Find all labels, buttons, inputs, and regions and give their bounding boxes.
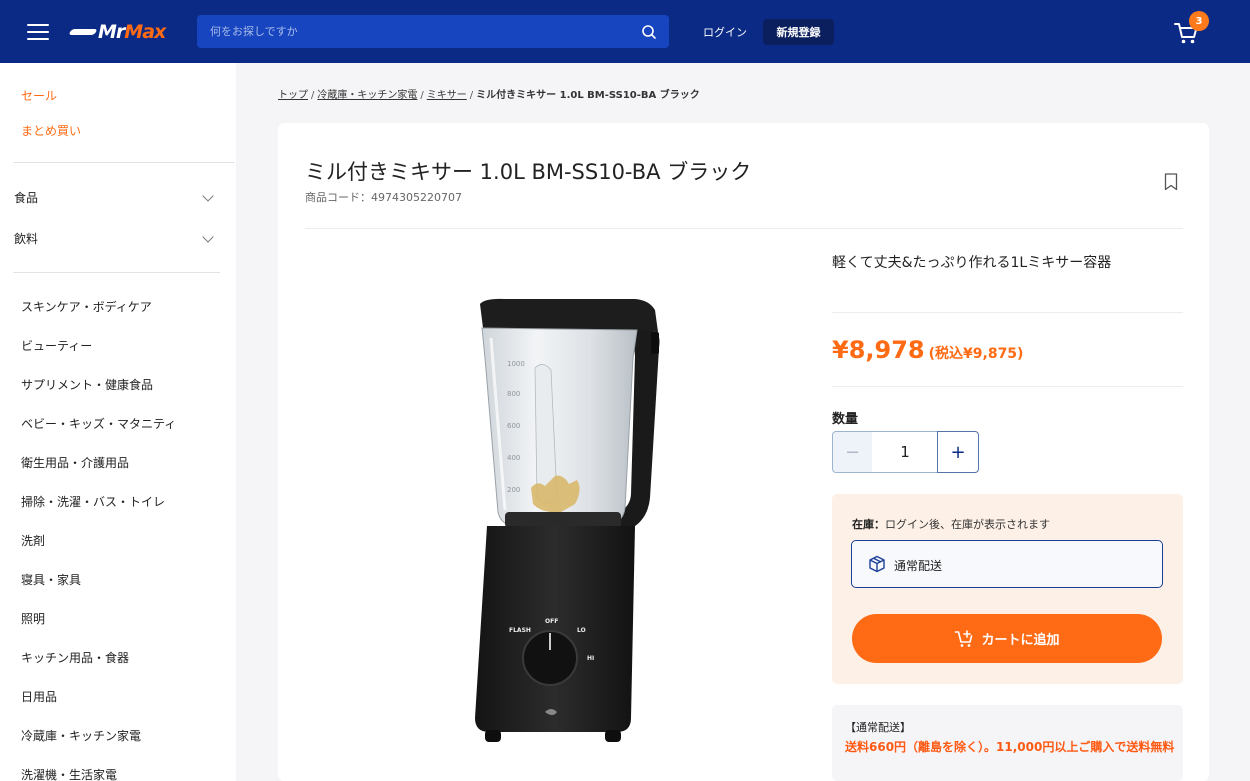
package-icon xyxy=(869,555,885,573)
sidebar-item-baby[interactable]: ベビー・キッズ・マタニティ xyxy=(21,415,176,432)
logo-max-text: Max xyxy=(124,21,166,43)
signup-button[interactable]: 新規登録 xyxy=(763,19,834,45)
search-bar xyxy=(197,15,669,48)
quantity-increase-button[interactable]: + xyxy=(937,431,979,473)
sidebar-item-hygiene[interactable]: 衛生用品・介護用品 xyxy=(21,454,129,471)
sidebar-item-supplements[interactable]: サプリメント・健康食品 xyxy=(21,376,153,393)
shipping-info-title: 【通常配送】 xyxy=(845,721,911,734)
sidebar-item-kitchen-appliances[interactable]: 冷蔵庫・キッチン家電 xyxy=(21,727,141,744)
dial-off-label: OFF xyxy=(545,618,558,625)
product-title: ミル付きミキサー 1.0L BM-SS10-BA ブラック xyxy=(305,160,752,184)
price: ¥8,978 xyxy=(832,336,925,364)
breadcrumb-separator: / xyxy=(420,90,424,101)
sidebar-item-furniture[interactable]: 寝具・家具 xyxy=(21,571,81,588)
dial-flash-label: FLASH xyxy=(509,627,531,634)
sidebar-divider xyxy=(13,272,220,273)
sidebar-item-food[interactable]: 食品 xyxy=(14,189,216,206)
breadcrumb-separator: / xyxy=(311,90,315,101)
cart-count-badge: 3 xyxy=(1189,11,1209,31)
login-link[interactable]: ログイン xyxy=(703,24,747,40)
breadcrumb-link-mixer[interactable]: ミキサー xyxy=(427,90,467,101)
chevron-down-icon xyxy=(202,189,214,202)
sidebar-item-label: 食品 xyxy=(14,191,39,205)
search-input[interactable] xyxy=(197,15,627,48)
chevron-down-icon xyxy=(202,230,214,243)
sidebar-item-sale[interactable]: セール xyxy=(21,87,57,104)
site-logo[interactable]: Mr Max xyxy=(68,19,166,45)
shipping-option-standard[interactable]: 通常配送 xyxy=(851,540,1163,588)
shipping-info-text: 送料660円（離島を除く）。11,000円以上ご購入で送料無料 xyxy=(845,740,1175,754)
jar-mark-400: 400 xyxy=(507,454,520,462)
price-with-tax: (税込¥9,875) xyxy=(928,346,1024,362)
jar-mark-600: 600 xyxy=(507,422,520,430)
cart-plus-icon xyxy=(955,629,973,647)
jar-mark-800: 800 xyxy=(507,390,520,398)
product-image[interactable]: 1000 800 600 400 200 OFF FLASH LO HI xyxy=(465,298,670,750)
sidebar-item-kitchenware[interactable]: キッチン用品・食器 xyxy=(21,649,129,666)
add-to-cart-label: カートに追加 xyxy=(981,633,1060,648)
sidebar-item-beauty[interactable]: ビューティー xyxy=(21,337,92,354)
site-header: MrMax ログイン 新規登録 3 xyxy=(0,0,1250,63)
sidebar-item-drinks[interactable]: 飲料 xyxy=(14,230,216,247)
breadcrumb-link-top[interactable]: トップ xyxy=(278,90,308,101)
divider xyxy=(832,312,1183,313)
logo-swoosh xyxy=(68,29,98,35)
breadcrumb-separator: / xyxy=(469,90,474,101)
breadcrumb: トップ / 冷蔵庫・キッチン家電 / ミキサー / ミル付きミキサー 1.0L BM-SS1… xyxy=(278,86,700,101)
sidebar-item-cleaning[interactable]: 掃除・洗濯・バス・トイレ xyxy=(21,493,165,510)
search-icon[interactable] xyxy=(641,24,657,40)
quantity-input[interactable]: 1 xyxy=(872,431,938,473)
dial-hi-label: HI xyxy=(587,655,594,662)
divider xyxy=(305,228,1183,229)
sidebar-item-bulk[interactable]: まとめ買い xyxy=(21,122,81,139)
sidebar-item-home-appliances[interactable]: 洗濯機・生活家電 xyxy=(21,766,117,781)
sidebar-divider xyxy=(13,162,235,163)
bookmark-icon[interactable] xyxy=(1164,173,1178,191)
breadcrumb-link-kitchen-appliances[interactable]: 冷蔵庫・キッチン家電 xyxy=(317,90,417,101)
sidebar-item-label: 飲料 xyxy=(14,232,39,246)
shipping-option-label: 通常配送 xyxy=(894,559,943,573)
dial-lo-label: LO xyxy=(577,627,586,634)
sidebar-item-lighting[interactable]: 照明 xyxy=(21,610,45,627)
jar-mark-200: 200 xyxy=(507,486,520,494)
sidebar-item-daily-goods[interactable]: 日用品 xyxy=(21,688,57,705)
stock-label: 在庫： xyxy=(852,518,885,531)
product-code: 商品コード：4974305220707 xyxy=(305,191,462,204)
stock-status: 在庫：ログイン後、在庫が表示されます xyxy=(852,516,1050,532)
stock-text: ログイン後、在庫が表示されます xyxy=(885,518,1050,531)
breadcrumb-current: ミル付きミキサー 1.0L BM-SS10-BA ブラック xyxy=(476,90,700,101)
product-tagline: 軽くて丈夫&たっぷり作れる1Lミキサー容器 xyxy=(832,255,1112,271)
logo-mr-text: Mr xyxy=(98,21,125,43)
menu-icon[interactable] xyxy=(27,24,49,40)
quantity-label: 数量 xyxy=(832,412,859,427)
add-to-cart-button[interactable]: カートに追加 xyxy=(852,614,1162,663)
sidebar-item-skincare[interactable]: スキンケア・ボディケア xyxy=(21,298,152,315)
jar-mark-1000: 1000 xyxy=(507,360,525,368)
price-block: ¥8,978 (税込¥9,875) xyxy=(832,336,1023,364)
sidebar-item-detergent[interactable]: 洗剤 xyxy=(21,532,45,549)
divider xyxy=(832,386,1183,387)
quantity-decrease-button[interactable]: − xyxy=(832,431,873,473)
